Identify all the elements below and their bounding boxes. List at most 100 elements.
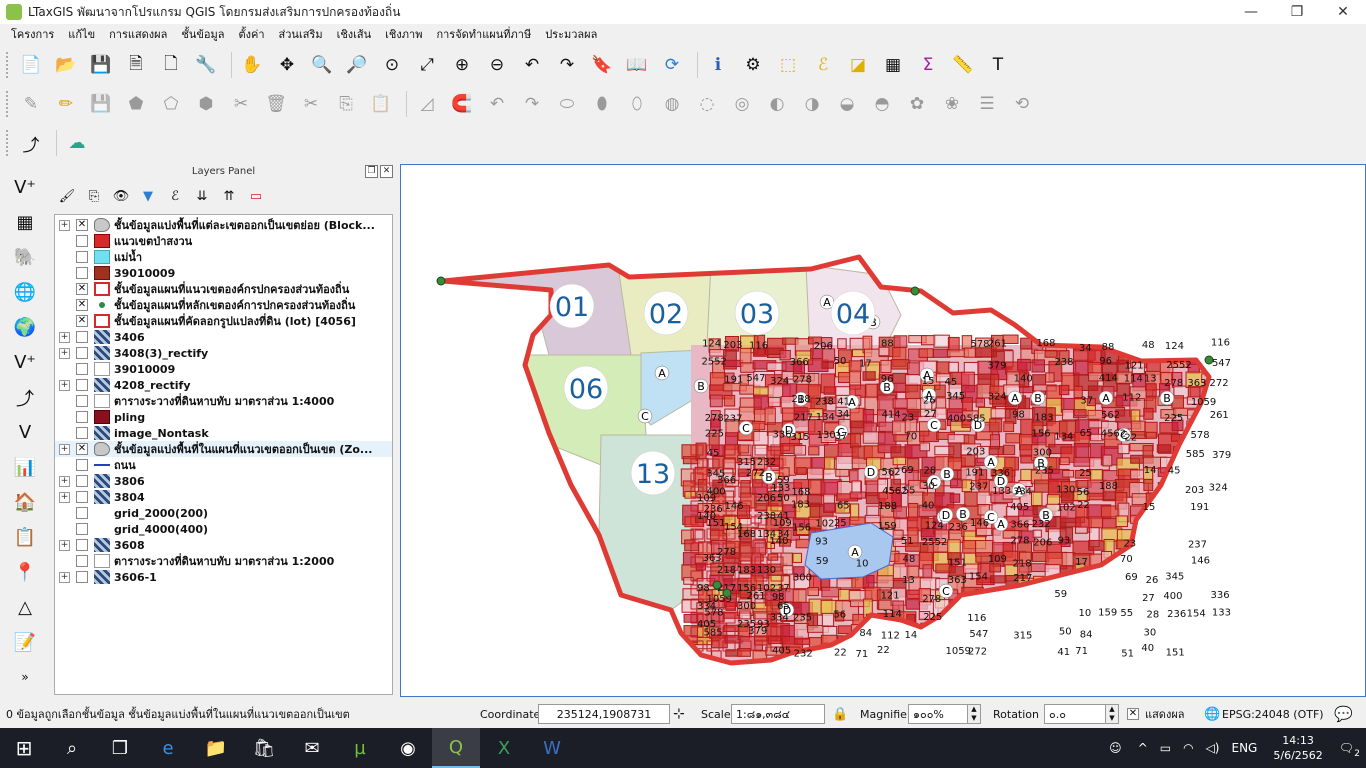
cut-features-icon[interactable]: ✂ <box>296 89 326 119</box>
note-icon[interactable]: 📝 <box>8 627 42 657</box>
zone-label-03[interactable]: 03 <box>734 290 780 336</box>
refresh-icon[interactable]: ⟳ <box>657 50 687 80</box>
layer-row[interactable]: + ✕ ชั้นข้อมูลแบ่งพื้นที่ในแผนที่แนวเขตออก… <box>55 441 392 457</box>
toggle-editing-icon[interactable]: ✏ <box>51 89 81 119</box>
lock-scale-icon[interactable]: 🔒 <box>832 707 848 722</box>
show-bookmarks-icon[interactable]: 📖 <box>622 50 652 80</box>
rotate-point-icon[interactable]: ❀ <box>937 89 967 119</box>
new-print-layout-icon[interactable]: 🗋 <box>156 50 186 80</box>
close-button[interactable]: ✕ <box>1320 0 1366 24</box>
layer-visibility-checkbox[interactable] <box>76 395 88 407</box>
zoom-next-icon[interactable]: ↷ <box>552 50 582 80</box>
menu-vector[interactable]: เชิงเส้น <box>330 25 379 43</box>
store-icon[interactable]: 🛍 <box>240 728 288 768</box>
close-panel-button[interactable]: ✕ <box>380 165 393 178</box>
word-icon[interactable]: W <box>528 728 576 768</box>
layer-visibility-checkbox[interactable] <box>76 475 88 487</box>
people-icon[interactable]: ☺ <box>1109 741 1122 755</box>
select-features-icon[interactable]: ⬚ <box>773 50 803 80</box>
zone-label-13[interactable]: 13 <box>630 450 676 496</box>
layout-manager-icon[interactable]: 🔧 <box>191 50 221 80</box>
layer-visibility-checkbox[interactable]: ✕ <box>76 283 88 295</box>
task-view-icon[interactable]: ❐ <box>96 728 144 768</box>
current-edits-icon[interactable]: ✎ <box>16 89 46 119</box>
copy-features-icon[interactable]: ⎘ <box>331 89 361 119</box>
excel-icon[interactable]: X <box>480 728 528 768</box>
home-icon[interactable]: 🏠 <box>8 487 42 517</box>
save-project-icon[interactable]: 💾 <box>86 50 116 80</box>
new-project-icon[interactable]: 📄 <box>16 50 46 80</box>
menu-layer[interactable]: ชั้นข้อมูล <box>174 25 231 43</box>
add-group-icon[interactable]: ⎘ <box>83 185 105 207</box>
collapse-all-icon[interactable]: ⇈ <box>218 185 240 207</box>
add-wms-layer-icon[interactable]: 🌐 <box>8 278 42 308</box>
layer-row[interactable]: +3804 <box>55 489 392 505</box>
layer-visibility-checkbox[interactable] <box>76 363 88 375</box>
scale-combo[interactable]: 1:๘๑,๓๘๔ <box>731 704 825 724</box>
layer-visibility-checkbox[interactable] <box>76 251 88 263</box>
layer-row[interactable]: ตารางระวางที่ดินหาบทับ มาตราส่วน 1:2000 <box>55 553 392 569</box>
report-icon[interactable]: 📊 <box>8 453 42 483</box>
toolbar-grip[interactable] <box>6 130 12 156</box>
layer-visibility-checkbox[interactable]: ✕ <box>76 443 88 455</box>
layer-visibility-checkbox[interactable] <box>76 539 88 551</box>
identify-icon[interactable]: ℹ <box>703 50 733 80</box>
messages-icon[interactable]: 💬 <box>1334 705 1353 723</box>
show-hidden-icons-icon[interactable]: ^ <box>1138 741 1148 755</box>
split-parts-icon[interactable]: ◒ <box>832 89 862 119</box>
layer-visibility-checkbox[interactable]: ✕ <box>76 219 88 231</box>
expand-layer-icon[interactable]: + <box>59 491 70 503</box>
attribute-table-icon[interactable]: ▦ <box>878 50 908 80</box>
move-feature-icon[interactable]: ⬢ <box>191 89 221 119</box>
more-tools-icon[interactable]: » <box>8 662 42 692</box>
delete-selected-icon[interactable]: 🗑 <box>261 89 291 119</box>
layer-row[interactable]: ตารางระวางที่ดินหาบทับ มาตราส่วน 1:4000 <box>55 393 392 409</box>
merge-features-icon[interactable]: ◓ <box>867 89 897 119</box>
layer-visibility-checkbox[interactable] <box>76 491 88 503</box>
text-annotation-icon[interactable]: T <box>983 50 1013 80</box>
crs-globe-icon[interactable]: 🌐 <box>1204 707 1220 722</box>
style-layer-icon[interactable]: 🖌 <box>56 185 78 207</box>
rotate-label-icon[interactable]: ◿ <box>412 89 442 119</box>
layer-row[interactable]: +3406 <box>55 329 392 345</box>
volume-icon[interactable]: ◁) <box>1206 741 1220 755</box>
expand-layer-icon[interactable]: + <box>59 331 70 343</box>
mail-icon[interactable]: ✉ <box>288 728 336 768</box>
rotation-field[interactable]: ๐.๐ <box>1044 704 1106 724</box>
add-part-icon[interactable]: ⬮ <box>587 89 617 119</box>
layer-visibility-checkbox[interactable] <box>76 235 88 247</box>
minimize-button[interactable]: — <box>1228 0 1274 24</box>
undo-icon[interactable]: ↶ <box>482 89 512 119</box>
delete-part-icon[interactable]: ◌ <box>692 89 722 119</box>
advanced-digitizing-icon[interactable]: ⟲ <box>1007 89 1037 119</box>
layer-row[interactable]: แม่น้ำ <box>55 249 392 265</box>
statistics-icon[interactable]: Σ <box>913 50 943 80</box>
layer-row[interactable]: +3408(3)_rectify <box>55 345 392 361</box>
rotation-spinner[interactable]: ▲ ▼ <box>1105 704 1119 724</box>
layer-row[interactable]: +3608 <box>55 537 392 553</box>
layer-row[interactable]: grid_4000(400) <box>55 521 392 537</box>
triangle-icon[interactable]: △ <box>8 592 42 622</box>
pin-icon[interactable]: 📍 <box>8 557 42 587</box>
expand-layer-icon[interactable]: + <box>59 475 70 487</box>
layer-visibility-checkbox[interactable] <box>76 555 88 567</box>
toolbar-grip[interactable] <box>6 52 12 78</box>
layer-row[interactable]: ✕ ชั้นข้อมูลแผนที่คัดลอกรูปแปลงที่ดิน (lo… <box>55 313 392 329</box>
layer-tree[interactable]: + ✕ ชั้นข้อมูลแบ่งพื้นที่แต่ละเขตออกเป็นเข… <box>54 214 393 695</box>
float-panel-button[interactable]: ❐ <box>365 165 378 178</box>
menu-view[interactable]: การแสดงผล <box>102 25 174 43</box>
toggle-extents-icon[interactable]: ⊹ <box>673 706 685 722</box>
filter-expression-icon[interactable]: ℰ <box>164 185 186 207</box>
utorrent-icon[interactable]: µ <box>336 728 384 768</box>
measure-line-icon[interactable]: 📏 <box>948 50 978 80</box>
save-edits-icon[interactable]: 💾 <box>86 89 116 119</box>
layer-row[interactable]: แนวเขตป่าสงวน <box>55 233 392 249</box>
menu-settings[interactable]: ตั้งค่า <box>231 25 271 43</box>
layer-visibility-checkbox[interactable] <box>76 267 88 279</box>
expand-all-icon[interactable]: ⇊ <box>191 185 213 207</box>
delete-ring-icon[interactable]: ◍ <box>657 89 687 119</box>
maximize-button[interactable]: ❐ <box>1274 0 1320 24</box>
layer-visibility-checkbox[interactable] <box>76 507 88 519</box>
layer-row[interactable]: ✕ ชั้นข้อมูลแผนที่แนวเขตองค์กรปกครองส่วนท… <box>55 281 392 297</box>
filter-legend-icon[interactable]: ▼ <box>137 185 159 207</box>
